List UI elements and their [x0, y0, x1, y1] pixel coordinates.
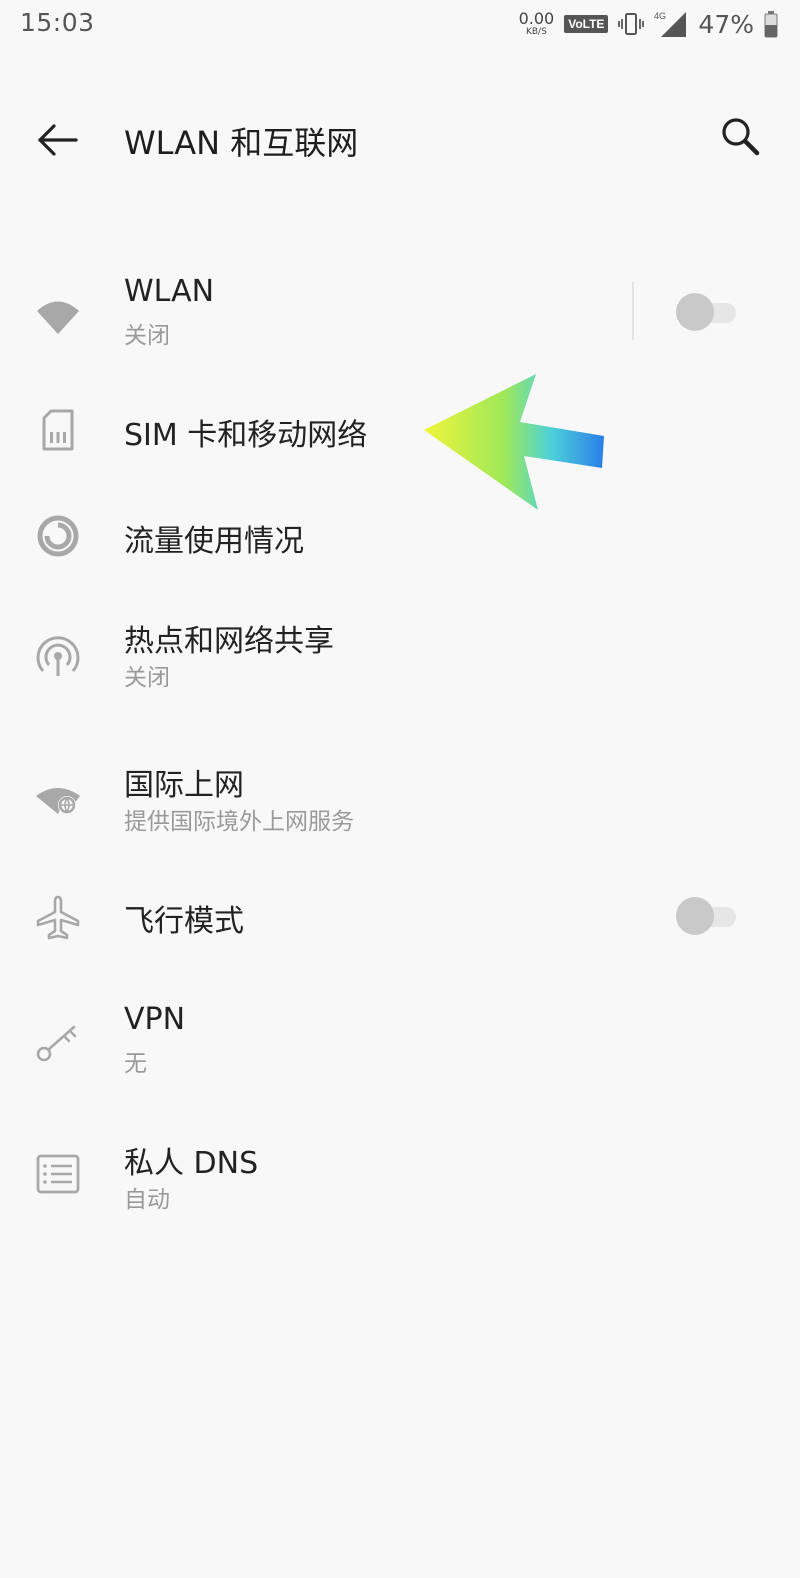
- setting-subtitle: 关闭: [124, 665, 170, 691]
- search-icon: [722, 118, 760, 156]
- volte-badge: VoLTE: [564, 15, 609, 33]
- wlan-toggle[interactable]: [676, 292, 740, 332]
- network-type-label: 4G: [654, 11, 666, 21]
- toggle-thumb: [676, 897, 714, 935]
- setting-sim-mobile-network[interactable]: SIM 卡和移动网络: [0, 380, 800, 476]
- setting-title: 流量使用情况: [124, 524, 304, 559]
- airplane-toggle[interactable]: [676, 896, 740, 936]
- annotation-arrow-icon: [424, 374, 604, 510]
- toggle-thumb: [676, 293, 714, 331]
- setting-subtitle: 无: [124, 1051, 147, 1077]
- search-button[interactable]: [714, 110, 770, 166]
- private-dns-icon: [36, 1154, 80, 1194]
- setting-title: 私人 DNS: [124, 1146, 259, 1181]
- setting-title: WLAN: [124, 274, 215, 309]
- setting-vpn[interactable]: VPN 无: [0, 984, 800, 1094]
- airplane-icon: [36, 895, 80, 940]
- setting-subtitle: 提供国际境外上网服务: [124, 809, 354, 835]
- wifi-icon: [37, 301, 79, 334]
- setting-title: SIM 卡和移动网络: [124, 418, 368, 453]
- setting-airplane-mode[interactable]: 飞行模式: [0, 868, 800, 964]
- hotspot-icon: [36, 636, 80, 676]
- sim-card-icon: [42, 409, 74, 451]
- status-time: 15:03: [20, 8, 95, 37]
- setting-title: 飞行模式: [124, 904, 244, 939]
- setting-hotspot[interactable]: 热点和网络共享 关闭: [0, 596, 800, 706]
- setting-international-roaming[interactable]: 国际上网 提供国际境外上网服务: [0, 738, 800, 848]
- back-arrow-icon: [38, 124, 78, 156]
- setting-title: 热点和网络共享: [124, 624, 334, 659]
- network-speed: 0.00 KB/S: [519, 11, 555, 37]
- data-usage-icon: [37, 515, 79, 557]
- setting-private-dns[interactable]: 私人 DNS 自动: [0, 1118, 800, 1228]
- app-bar: WLAN 和互联网: [0, 90, 800, 186]
- setting-title: VPN: [124, 1002, 186, 1037]
- setting-title: 国际上网: [124, 768, 244, 803]
- battery-icon: [764, 11, 778, 38]
- setting-wlan[interactable]: WLAN 关闭: [0, 264, 800, 374]
- setting-subtitle: 自动: [124, 1187, 170, 1213]
- signal-icon: 4G: [654, 11, 687, 37]
- status-bar: 15:03 0.00 KB/S VoLTE 4G 47%: [0, 0, 800, 48]
- divider: [632, 282, 634, 340]
- back-button[interactable]: [30, 112, 86, 168]
- status-indicators: 0.00 KB/S VoLTE 4G 47%: [519, 6, 778, 42]
- vibrate-icon: [618, 13, 645, 35]
- setting-data-usage[interactable]: 流量使用情况: [0, 488, 800, 584]
- page-title: WLAN 和互联网: [124, 124, 359, 162]
- network-speed-value: 0.00: [518, 9, 555, 28]
- vpn-key-icon: [36, 1025, 77, 1062]
- network-speed-unit: KB/S: [525, 27, 547, 37]
- setting-subtitle: 关闭: [124, 323, 170, 349]
- battery-percent: 47%: [698, 9, 754, 39]
- global-roaming-icon: [36, 788, 80, 814]
